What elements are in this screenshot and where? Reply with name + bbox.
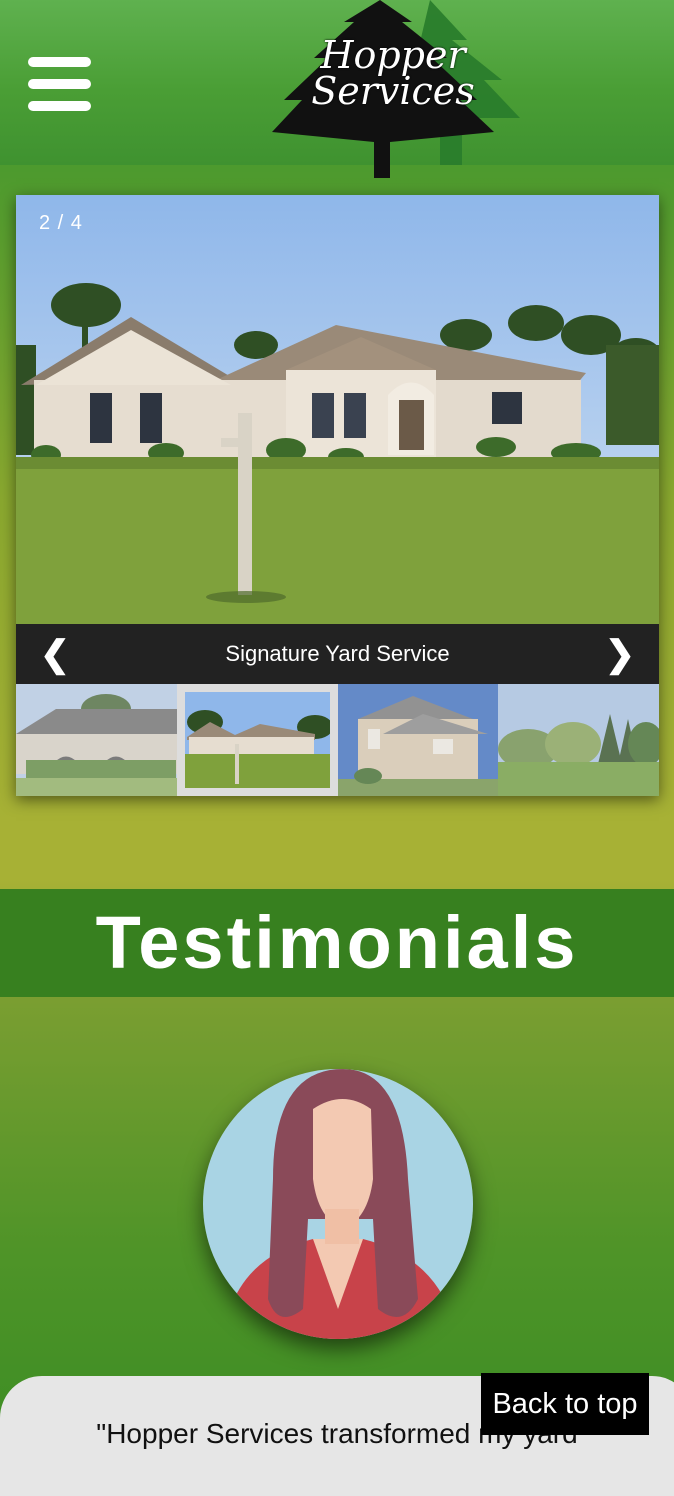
- woman-avatar-icon: [203, 1069, 473, 1339]
- thumbnail-1[interactable]: [16, 684, 177, 796]
- testimonials-heading: Testimonials: [95, 901, 579, 984]
- site-header: Hopper Services: [0, 0, 674, 178]
- image-slider: 2 / 4 ❮ Signature Yard Service ❯: [16, 195, 659, 796]
- slide-image: 2 / 4: [16, 195, 659, 624]
- thumbnail-2[interactable]: [176, 684, 338, 796]
- back-to-top-button[interactable]: Back to top: [481, 1373, 649, 1435]
- slide-counter: 2 / 4: [39, 212, 83, 234]
- thumbnail-strip: [16, 684, 659, 796]
- chevron-left-icon[interactable]: ❮: [30, 624, 80, 684]
- slide-caption-bar: ❮ Signature Yard Service ❯: [16, 624, 659, 684]
- thumbnail-3[interactable]: [337, 684, 499, 796]
- testimonials-heading-band: Testimonials: [0, 889, 674, 997]
- slide-caption: Signature Yard Service: [225, 641, 450, 666]
- logo[interactable]: Hopper Services: [262, 0, 524, 180]
- thumbnail-4[interactable]: [498, 684, 659, 796]
- logo-line-2: Services: [311, 69, 475, 113]
- chevron-right-icon[interactable]: ❯: [595, 624, 645, 684]
- hamburger-menu-icon[interactable]: [28, 57, 91, 111]
